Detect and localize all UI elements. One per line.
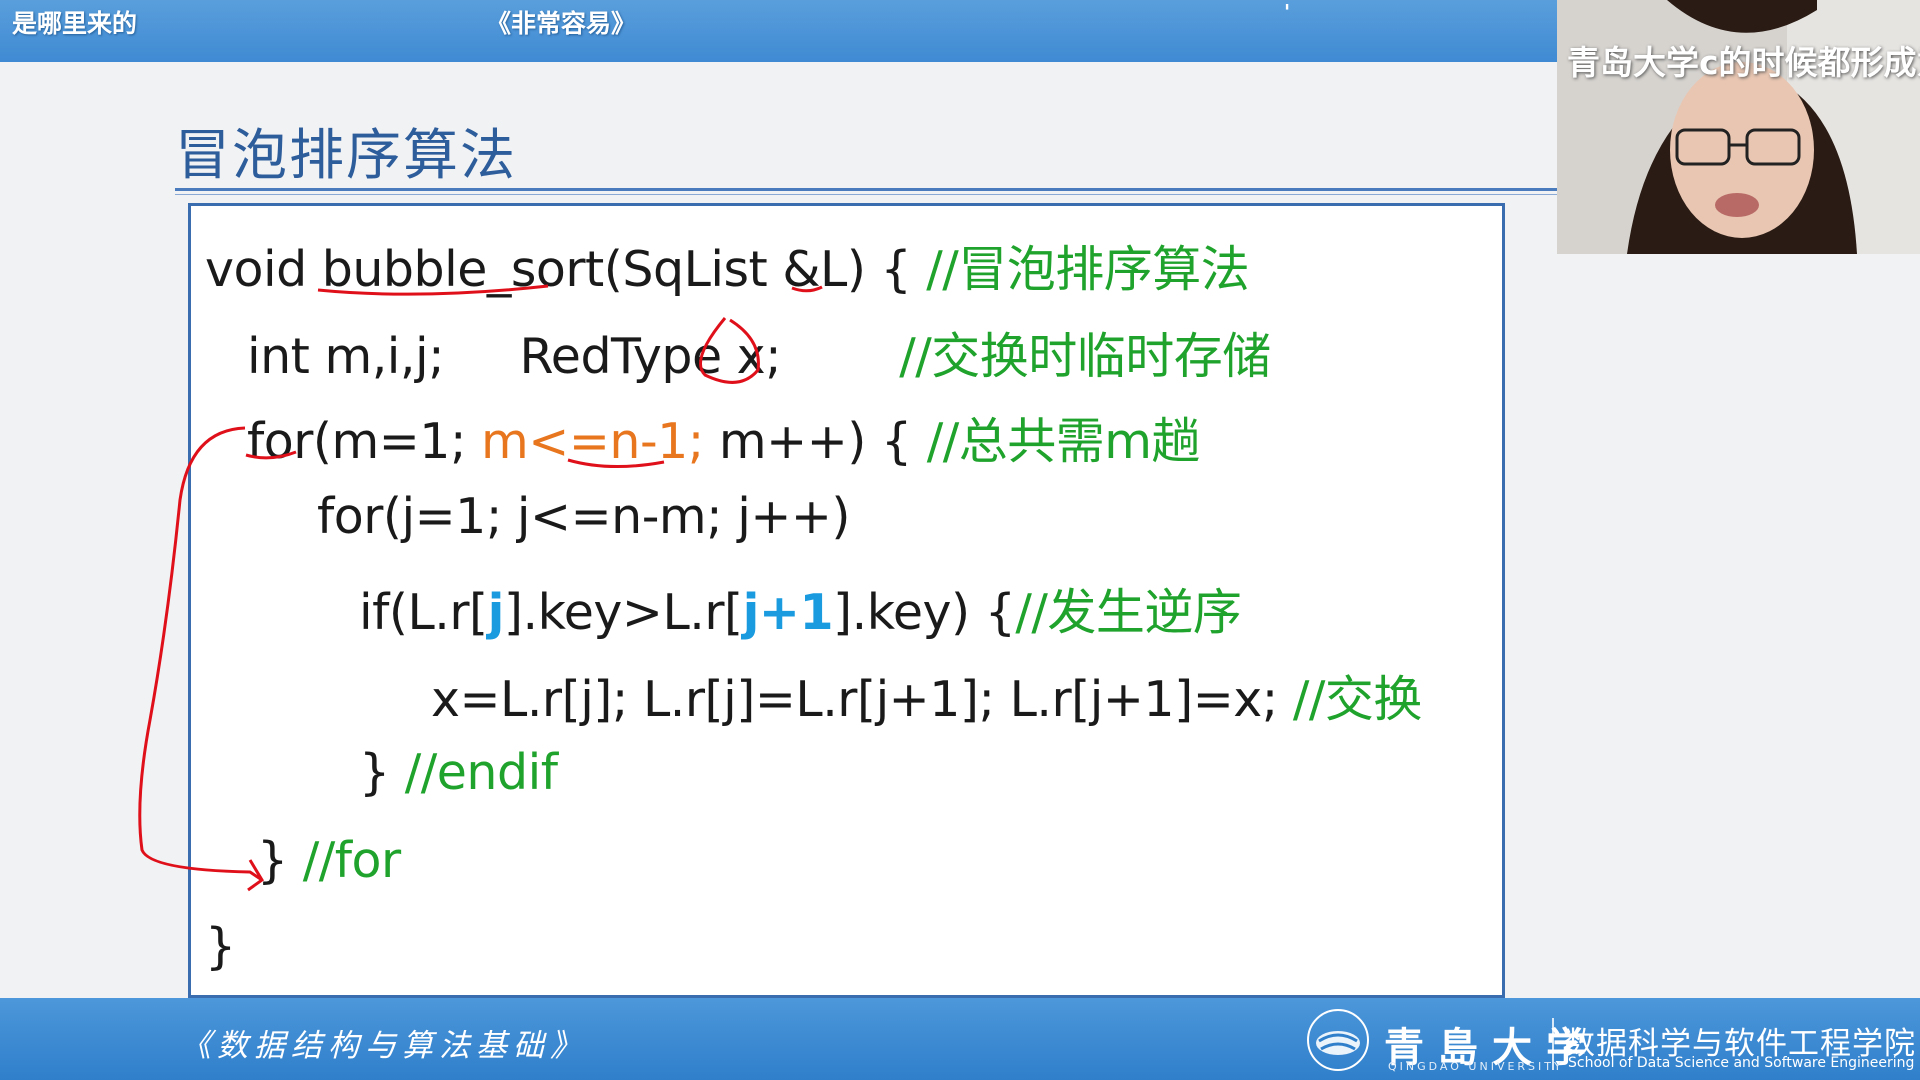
code-text: } xyxy=(359,744,405,801)
code-line-8: } //for xyxy=(257,832,401,889)
danmaku-comment: 《非常容易》 xyxy=(486,9,637,38)
code-comment: //for xyxy=(302,832,401,889)
university-logo-icon xyxy=(1307,1009,1369,1071)
code-line-3: for(m=1; m<=n-1; m++) { //总共需m趟 xyxy=(247,402,1200,473)
title-underline-thin xyxy=(175,194,1557,195)
code-text: void bubble_sort(SqList &L) { xyxy=(205,241,927,298)
code-line-7: } //endif xyxy=(359,744,558,801)
code-comment: //冒泡排序算法 xyxy=(926,241,1250,298)
code-text: ].key>L.r[ xyxy=(503,584,743,641)
code-line-4: for(j=1; j<=n-m; j++) xyxy=(317,488,851,545)
code-block: void bubble_sort(SqList &L) { //冒泡排序算法 i… xyxy=(188,203,1505,998)
course-name: 《数据结构与算法基础》 xyxy=(180,1028,587,1064)
university-name-en: QINGDAO UNIVERSITY xyxy=(1388,1060,1564,1073)
code-highlight: j xyxy=(487,584,505,641)
code-comment: //endif xyxy=(404,744,558,801)
danmaku-comment: 青岛大学c的时候都形成意 xyxy=(1567,43,1920,82)
code-comment: //发生逆序 xyxy=(1015,584,1242,641)
code-text: if(L.r[ xyxy=(359,584,488,641)
code-highlight: m<=n-1; xyxy=(481,413,704,470)
code-text: } xyxy=(205,918,236,975)
code-text: int m,i,j; RedType x; xyxy=(247,328,782,385)
title-underline xyxy=(175,188,1557,191)
danmaku-comment: ' xyxy=(1284,0,1291,24)
code-text: ].key) { xyxy=(833,584,1016,641)
code-text: } xyxy=(257,832,303,889)
code-comment: //总共需m趟 xyxy=(926,413,1201,470)
code-comment: //交换时临时存储 xyxy=(899,328,1271,385)
code-text: x=L.r[j]; L.r[j]=L.r[j+1]; L.r[j+1]=x; xyxy=(431,671,1293,728)
code-line-9: } xyxy=(205,918,236,975)
danmaku-comment: 是哪里来的 xyxy=(12,9,138,38)
code-text: for(m=1; xyxy=(247,413,482,470)
code-line-6: x=L.r[j]; L.r[j]=L.r[j+1]; L.r[j+1]=x; /… xyxy=(431,660,1422,731)
code-line-5: if(L.r[j].key>L.r[j+1].key) {//发生逆序 xyxy=(359,573,1242,644)
code-highlight: j+1 xyxy=(742,584,834,641)
school-name-en: School of Data Science and Software Engi… xyxy=(1568,1055,1915,1071)
code-line-2: int m,i,j; RedType x; //交换时临时存储 xyxy=(247,317,1271,388)
presenter-webcam: 青岛大学c的时候都形成意 xyxy=(1557,0,1920,254)
code-text: for(j=1; j<=n-m; j++) xyxy=(317,488,851,545)
code-comment: //交换 xyxy=(1292,671,1423,728)
slide-title: 冒泡排序算法 xyxy=(175,123,518,187)
code-line-1: void bubble_sort(SqList &L) { //冒泡排序算法 xyxy=(205,230,1250,301)
code-text: m++) { xyxy=(703,413,927,470)
footer-divider xyxy=(1552,1018,1554,1070)
